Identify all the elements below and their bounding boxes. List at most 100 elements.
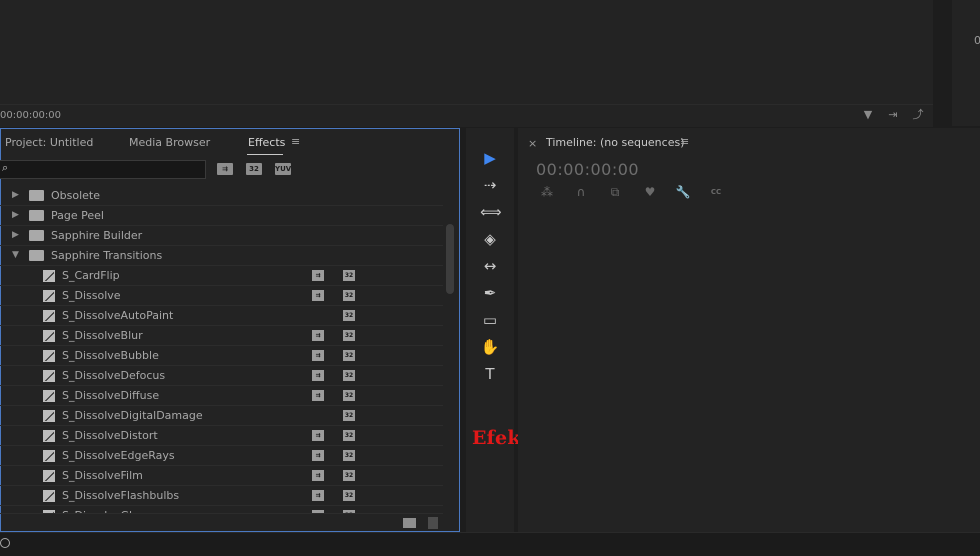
effect-label: S_DissolveDefocus — [62, 369, 166, 382]
folder-icon — [29, 210, 44, 221]
32bit-badge-icon: 32 — [343, 350, 355, 361]
32bit-badge-icon: 32 — [343, 430, 355, 441]
folder-row-sapphire-transitions[interactable]: ▼ Sapphire Transitions — [0, 246, 443, 266]
linked-selection-icon[interactable]: ⧉ — [607, 184, 623, 200]
32bit-badge-icon: 32 — [343, 390, 355, 401]
transition-effect-icon — [43, 330, 55, 342]
effect-row[interactable]: S_DissolveDiffuse ⇉ 32 — [0, 386, 443, 406]
folder-row-obsolete[interactable]: ▶ Obsolete — [0, 186, 443, 206]
chevron-right-icon[interactable]: ▶ — [12, 190, 19, 200]
tab-media-browser[interactable]: Media Browser — [129, 136, 210, 149]
selection-tool-icon[interactable]: ▶ — [480, 148, 500, 168]
meter-label: 0 — [974, 34, 980, 47]
accelerated-effects-filter-button[interactable]: ⇉ — [217, 163, 233, 175]
pen-tool-icon[interactable]: ✒ — [480, 283, 500, 303]
transition-effect-icon — [43, 490, 55, 502]
scrollbar-thumb[interactable] — [446, 224, 454, 294]
tab-effects[interactable]: Effects — [248, 136, 285, 149]
accelerated-badge-icon: ⇉ — [312, 490, 324, 501]
effect-label: S_DissolveDigitalDamage — [62, 409, 203, 422]
chevron-down-icon[interactable]: ▼ — [12, 250, 19, 260]
effect-row[interactable]: S_CardFlip ⇉ 32 — [0, 266, 443, 286]
effect-row[interactable]: S_DissolveGlow ⇉ 32 — [0, 506, 443, 514]
search-icon: ⌕ — [2, 161, 9, 174]
effect-label: S_DissolveDiffuse — [62, 389, 160, 402]
folder-label: Sapphire Transitions — [51, 249, 163, 262]
effect-row[interactable]: S_DissolveDefocus ⇉ 32 — [0, 366, 443, 386]
tab-project[interactable]: Project: Untitled — [5, 136, 93, 149]
effect-label: S_DissolveGlow — [62, 509, 148, 513]
wrench-icon[interactable]: 🔧 — [675, 184, 691, 200]
chevron-right-icon[interactable]: ▶ — [12, 210, 19, 220]
transition-effect-icon — [43, 450, 55, 462]
new-bin-icon[interactable] — [403, 518, 416, 528]
transition-effect-icon — [43, 290, 55, 302]
snap-icon[interactable]: ∩ — [573, 184, 589, 200]
captions-icon[interactable]: CC — [707, 184, 725, 200]
monitor-timecode: 00:00:00:00 — [0, 110, 62, 121]
export-frame-icon[interactable]: ⤴ — [911, 108, 925, 122]
32bit-badge-icon: 32 — [343, 370, 355, 381]
effect-row[interactable]: S_DissolveFlashbulbs ⇉ 32 — [0, 486, 443, 506]
type-tool-icon[interactable]: T — [480, 364, 500, 384]
accelerated-badge-icon: ⇉ — [312, 290, 324, 301]
monitor-controls-bar — [0, 104, 933, 127]
effect-label: S_DissolveEdgeRays — [62, 449, 175, 462]
ripple-edit-tool-icon[interactable]: ⟺ — [480, 202, 502, 222]
transition-effect-icon — [43, 390, 55, 402]
close-icon[interactable]: × — [528, 137, 537, 150]
folder-label: Obsolete — [51, 189, 101, 202]
effect-row[interactable]: S_DissolveFilm ⇉ 32 — [0, 466, 443, 486]
transition-effect-icon — [43, 370, 55, 382]
effect-label: S_DissolveDistort — [62, 429, 158, 442]
hand-tool-icon[interactable]: ✋ — [480, 337, 500, 357]
folder-label: Page Peel — [51, 209, 104, 222]
effect-row[interactable]: S_DissolveBubble ⇉ 32 — [0, 346, 443, 366]
folder-row-page-peel[interactable]: ▶ Page Peel — [0, 206, 443, 226]
timeline-timecode[interactable]: 00:00:00:00 — [536, 160, 639, 179]
32bit-badge-icon: 32 — [343, 510, 355, 513]
effect-row[interactable]: S_DissolveBlur ⇉ 32 — [0, 326, 443, 346]
32bit-badge-icon: 32 — [343, 330, 355, 341]
slip-tool-icon[interactable]: ↔ — [480, 256, 500, 276]
razor-tool-icon[interactable]: ◈ — [480, 229, 500, 249]
folder-icon — [29, 230, 44, 241]
accelerated-badge-icon: ⇉ — [312, 390, 324, 401]
accelerated-badge-icon: ⇉ — [312, 350, 324, 361]
marker-icon[interactable]: ♥ — [642, 184, 658, 200]
status-indicator-icon[interactable] — [0, 538, 10, 548]
panel-menu-icon[interactable]: ≡ — [680, 135, 689, 148]
effect-label: S_CardFlip — [62, 269, 120, 282]
yuv-effects-filter-button[interactable]: YUV — [275, 163, 291, 175]
nest-icon[interactable]: ⁂ — [539, 184, 555, 200]
effect-label: S_DissolveBubble — [62, 349, 159, 362]
effect-label: S_DissolveFlashbulbs — [62, 489, 180, 502]
filter-icon[interactable]: ▼ — [861, 108, 875, 122]
panel-menu-icon[interactable]: ≡ — [291, 135, 300, 148]
32bit-badge-icon: 32 — [343, 470, 355, 481]
effects-search-input[interactable] — [0, 160, 206, 179]
effect-row[interactable]: S_DissolveDistort ⇉ 32 — [0, 426, 443, 446]
transition-effect-icon — [43, 430, 55, 442]
effect-label: S_DissolveBlur — [62, 329, 143, 342]
32bit-badge-icon: 32 — [343, 410, 355, 421]
32bit-badge-icon: 32 — [343, 310, 355, 321]
32bit-effects-filter-button[interactable]: 32 — [246, 163, 262, 175]
chevron-right-icon[interactable]: ▶ — [12, 230, 19, 240]
effect-row[interactable]: S_Dissolve ⇉ 32 — [0, 286, 443, 306]
effect-row[interactable]: S_DissolveEdgeRays ⇉ 32 — [0, 446, 443, 466]
effect-row[interactable]: S_DissolveAutoPaint 32 — [0, 306, 443, 326]
accelerated-badge-icon: ⇉ — [312, 510, 324, 513]
transition-effect-icon — [43, 310, 55, 322]
32bit-badge-icon: 32 — [343, 490, 355, 501]
effect-row[interactable]: S_DissolveDigitalDamage 32 — [0, 406, 443, 426]
timeline-tab-title[interactable]: Timeline: (no sequences) — [546, 136, 685, 149]
track-select-tool-icon[interactable]: ⇢ — [480, 175, 500, 195]
trash-icon[interactable] — [428, 517, 438, 529]
rectangle-tool-icon[interactable]: ▭ — [480, 310, 500, 330]
transition-effect-icon — [43, 270, 55, 282]
accelerated-badge-icon: ⇉ — [312, 430, 324, 441]
insert-icon[interactable]: ⇥ — [886, 108, 900, 122]
folder-icon — [29, 190, 44, 201]
folder-row-sapphire-builder[interactable]: ▶ Sapphire Builder — [0, 226, 443, 246]
